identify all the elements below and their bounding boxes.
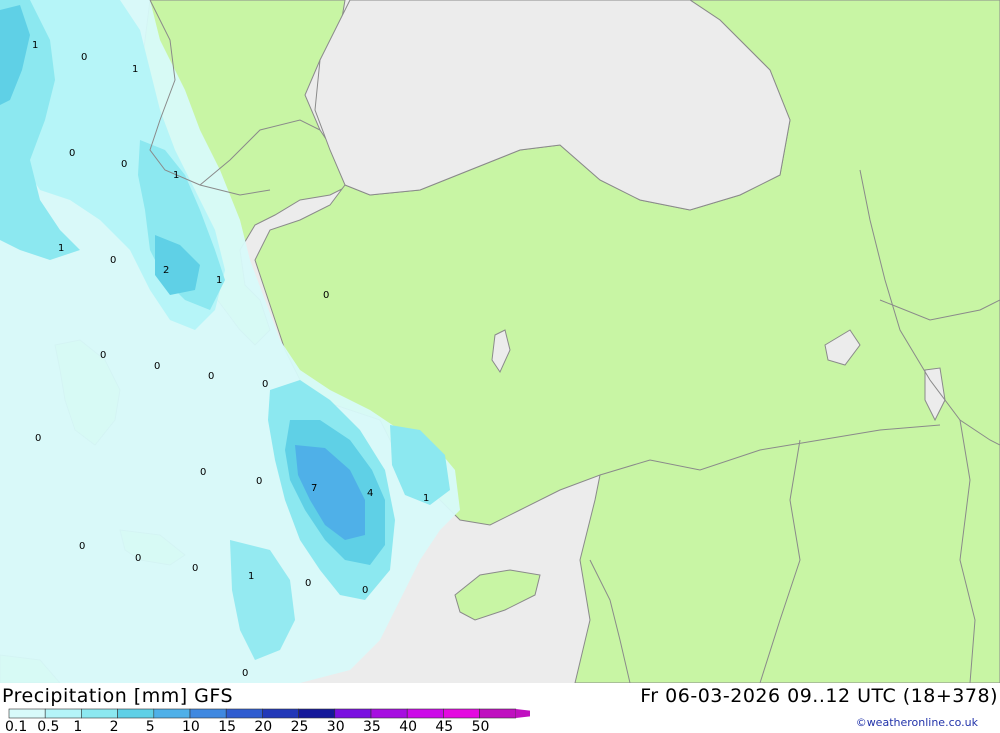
map-label: 0 <box>256 476 262 487</box>
legend-swatch <box>117 708 155 719</box>
legend-swatch <box>8 708 46 719</box>
legend-value: 10 <box>182 719 200 733</box>
legend-value: 20 <box>254 719 272 733</box>
legend-value: 40 <box>399 719 417 733</box>
legend-value: 0.1 <box>5 719 27 733</box>
footer-bar: Precipitation [mm] GFS Fr 06-03-2026 09.… <box>0 683 1000 733</box>
map-label: 1 <box>423 493 429 504</box>
map-label: 1 <box>248 571 254 582</box>
map-label: 0 <box>135 553 141 564</box>
map-label: 1 <box>58 243 64 254</box>
legend-value: 2 <box>110 719 119 733</box>
legend-value: 50 <box>472 719 490 733</box>
map-canvas: 1 0 1 0 0 1 1 0 2 1 0 0 0 0 0 0 0 0 7 4 … <box>0 0 1000 684</box>
map-label: 0 <box>305 578 311 589</box>
map-label: 0 <box>242 668 248 679</box>
map-label: 0 <box>362 585 368 596</box>
legend-value: 35 <box>363 719 381 733</box>
map-label: 0 <box>81 52 87 63</box>
map-label: 0 <box>262 379 268 390</box>
map-label: 1 <box>132 64 138 75</box>
map-label: 0 <box>110 255 116 266</box>
legend-swatch <box>189 708 227 719</box>
precipitation-map: 1 0 1 0 0 1 1 0 2 1 0 0 0 0 0 0 0 0 7 4 … <box>0 0 1000 684</box>
legend-value: 30 <box>327 719 345 733</box>
color-legend: 0.1 0.5 1 2 5 10 15 20 25 30 35 40 45 50 <box>5 708 530 733</box>
legend-value: 15 <box>218 719 236 733</box>
legend-swatch <box>334 708 372 719</box>
map-label: 0 <box>69 148 75 159</box>
map-label: 0 <box>323 290 329 301</box>
legend-value: 45 <box>435 719 453 733</box>
map-label: 0 <box>192 563 198 574</box>
map-label: 1 <box>32 40 38 51</box>
legend-swatch <box>298 708 336 719</box>
map-label: 0 <box>154 361 160 372</box>
map-label: 2 <box>163 265 169 276</box>
legend-arrow <box>515 709 530 718</box>
map-label: 0 <box>208 371 214 382</box>
legend-value: 0.5 <box>37 719 59 733</box>
map-label: 4 <box>367 488 373 499</box>
legend-swatch <box>225 708 263 719</box>
legend-swatch <box>153 708 191 719</box>
legend-swatch <box>443 708 480 719</box>
legend-value: 25 <box>291 719 309 733</box>
legend-value: 5 <box>146 719 155 733</box>
legend-swatch <box>406 708 444 719</box>
legend-swatch <box>81 708 118 719</box>
legend-swatch <box>479 708 517 719</box>
map-label: 0 <box>100 350 106 361</box>
map-label: 0 <box>79 541 85 552</box>
legend-swatch <box>44 708 82 719</box>
legend-swatch <box>370 708 408 719</box>
map-label: 1 <box>173 170 179 181</box>
legend-value: 1 <box>73 719 82 733</box>
map-timestamp: Fr 06-03-2026 09..12 UTC (18+378) <box>640 685 998 707</box>
credit-link[interactable]: ©weatheronline.co.uk <box>856 716 978 729</box>
map-label: 1 <box>216 275 222 286</box>
map-title: Precipitation [mm] GFS <box>2 685 234 707</box>
map-label: 0 <box>35 433 41 444</box>
map-label: 0 <box>121 159 127 170</box>
map-label: 0 <box>200 467 206 478</box>
map-label: 7 <box>311 483 317 494</box>
legend-swatch <box>262 708 299 719</box>
